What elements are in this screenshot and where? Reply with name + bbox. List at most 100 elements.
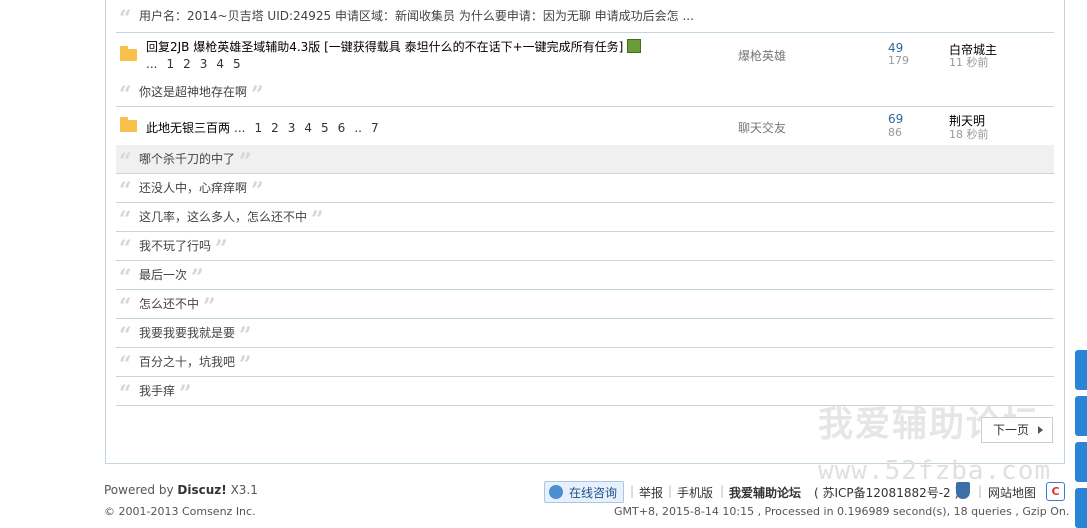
forum-link[interactable]: 爆枪英雄 xyxy=(738,47,786,64)
open-quote-icon: “ xyxy=(119,294,132,320)
close-quote-icon: ” xyxy=(191,265,204,291)
close-quote-icon: ” xyxy=(203,294,216,320)
security-shield-icon[interactable] xyxy=(956,482,970,499)
view-count: 179 xyxy=(888,54,909,67)
next-page-label: 下一页 xyxy=(993,423,1030,437)
thread-quote-text: 哪个杀千刀的中了 xyxy=(139,152,236,166)
discuz-version: X3.1 xyxy=(230,483,258,497)
thread-quote-text: 最后一次 xyxy=(139,268,188,282)
page-ellipsis: ... xyxy=(146,57,158,71)
thread-quote-text: 用户名：2014~贝吉塔 UID:24925 申请区域：新闻收集员 为什么要申请… xyxy=(139,9,694,23)
copyright-text: © 2001-2013 Comsenz Inc. xyxy=(104,505,256,518)
open-quote-icon: “ xyxy=(119,381,132,407)
close-quote-icon: ” xyxy=(215,236,228,262)
open-quote-icon: “ xyxy=(119,265,132,291)
thread-pagination: ... 1 2 3 4 5 xyxy=(146,57,250,71)
report-link[interactable]: 举报 xyxy=(639,484,663,501)
site-name-link[interactable]: 我爱辅助论坛 xyxy=(729,484,801,501)
folder-icon xyxy=(120,117,137,132)
page-link[interactable]: 4 xyxy=(216,57,224,71)
thread-quote-row: “ 我不玩了行吗 ” xyxy=(116,232,1054,261)
thread-quote-row: “ 哪个杀千刀的中了 ” xyxy=(116,145,1054,174)
thread-quote-text: 我手痒 xyxy=(139,384,176,398)
view-count: 86 xyxy=(888,126,902,139)
close-quote-icon: ” xyxy=(251,178,264,204)
thread-quote-row: “ 最后一次 ” xyxy=(116,261,1054,290)
image-attachment-icon xyxy=(627,39,642,53)
thread-title-link[interactable]: 此地无银三百两 xyxy=(146,121,230,135)
thread-quote-row: “ 你这是超神地存在啊 ” xyxy=(116,78,1054,107)
open-quote-icon: “ xyxy=(119,149,132,175)
page-link[interactable]: 3 xyxy=(200,57,208,71)
sitemap-link[interactable]: 网站地图 xyxy=(988,484,1036,501)
close-quote-icon: ” xyxy=(239,323,252,349)
folder-icon xyxy=(120,46,137,61)
next-page-button[interactable]: 下一页 xyxy=(981,417,1053,443)
close-quote-icon: ” xyxy=(311,207,324,233)
page-ellipsis: .. xyxy=(354,121,362,135)
site-watermark-url: www.52fzba.com xyxy=(818,456,1052,486)
thread-quote-row: “ 怎么还不中 ” xyxy=(116,290,1054,319)
page-ellipsis: ... xyxy=(234,121,246,135)
thread-row[interactable]: 此地无银三百两... 1 2 3 4 5 6.. 7 聊天交友 69 86 荆天明 18 秒前 xyxy=(116,108,1054,144)
forum-link[interactable]: 聊天交友 xyxy=(738,119,786,136)
page-link[interactable]: 4 xyxy=(304,121,312,135)
thread-quote-row: “ 这几率，这么多人，怎么还不中 ” xyxy=(116,203,1054,232)
open-quote-icon: “ xyxy=(119,82,132,108)
open-quote-icon: “ xyxy=(119,236,132,262)
thread-quote-row: “ 还没人中，心痒痒啊 ” xyxy=(116,174,1054,203)
mobile-link[interactable]: 手机版 xyxy=(677,484,713,501)
page-link[interactable]: 5 xyxy=(233,57,241,71)
page-link[interactable]: 7 xyxy=(371,121,379,135)
side-float-button[interactable] xyxy=(1075,488,1087,528)
open-quote-icon: “ xyxy=(119,352,132,378)
page-link[interactable]: 1 xyxy=(166,57,174,71)
online-consult-button[interactable]: 在线咨询 xyxy=(544,481,624,503)
thread-title-link[interactable]: 回复2JB 爆枪英雄圣域辅助4.3版 [一键获得载具 泰坦什么的不在话下+一键完… xyxy=(146,40,623,54)
last-post-time[interactable]: 18 秒前 xyxy=(949,126,989,142)
thread-quote-text: 我要我要我就是要 xyxy=(139,326,236,340)
close-quote-icon: ” xyxy=(239,149,252,175)
close-quote-icon: ” xyxy=(239,352,252,378)
page-link[interactable]: 1 xyxy=(254,121,262,135)
open-quote-icon: “ xyxy=(119,6,132,32)
page-link[interactable]: 6 xyxy=(338,121,346,135)
close-quote-icon: ” xyxy=(179,381,192,407)
last-post-time[interactable]: 11 秒前 xyxy=(949,54,989,70)
page-link[interactable]: 2 xyxy=(271,121,279,135)
thread-quote-text: 百分之十，坑我吧 xyxy=(139,355,236,369)
thread-quote-text: 还没人中，心痒痒啊 xyxy=(139,181,248,195)
open-quote-icon: “ xyxy=(119,178,132,204)
side-float-button[interactable] xyxy=(1075,442,1087,482)
cert-badge-icon[interactable]: C xyxy=(1046,482,1065,501)
divider: | xyxy=(668,484,673,498)
icp-link[interactable]: ( 苏ICP备12081882号-2 ) xyxy=(814,484,959,501)
thread-row[interactable]: 回复2JB 爆枪英雄圣域辅助4.3版 [一键获得载具 泰坦什么的不在话下+一键完… xyxy=(116,33,1054,77)
page-link[interactable]: 3 xyxy=(288,121,296,135)
server-time-info: GMT+8, 2015-8-14 10:15 , Processed in 0.… xyxy=(614,505,1070,518)
thread-quote-text: 这几率，这么多人，怎么还不中 xyxy=(139,210,308,224)
close-quote-icon: ” xyxy=(251,82,264,108)
discuz-link[interactable]: Discuz! xyxy=(177,483,226,497)
online-consult-label: 在线咨询 xyxy=(569,486,618,500)
divider: | xyxy=(978,484,983,498)
powered-by: Powered by Discuz! X3.1 xyxy=(104,483,258,497)
thread-quote-text: 我不玩了行吗 xyxy=(139,239,212,253)
page-link[interactable]: 2 xyxy=(183,57,191,71)
side-float-button[interactable] xyxy=(1075,350,1087,390)
reply-count[interactable]: 69 xyxy=(888,112,903,126)
divider: | xyxy=(720,484,725,498)
chevron-right-icon xyxy=(1038,426,1043,434)
open-quote-icon: “ xyxy=(119,207,132,233)
thread-quote-text: 怎么还不中 xyxy=(139,297,200,311)
side-float-button[interactable] xyxy=(1075,396,1087,436)
thread-quote-row: “ 百分之十，坑我吧 ” xyxy=(116,348,1054,377)
divider: | xyxy=(630,484,635,498)
page-link[interactable]: 5 xyxy=(321,121,329,135)
open-quote-icon: “ xyxy=(119,323,132,349)
powered-prefix: Powered by xyxy=(104,483,174,497)
reply-count[interactable]: 49 xyxy=(888,41,903,55)
chat-icon xyxy=(549,485,563,499)
thread-quote-row: “ 用户名：2014~贝吉塔 UID:24925 申请区域：新闻收集员 为什么要… xyxy=(116,2,1054,33)
thread-quote-row: “ 我要我要我就是要 ” xyxy=(116,319,1054,348)
